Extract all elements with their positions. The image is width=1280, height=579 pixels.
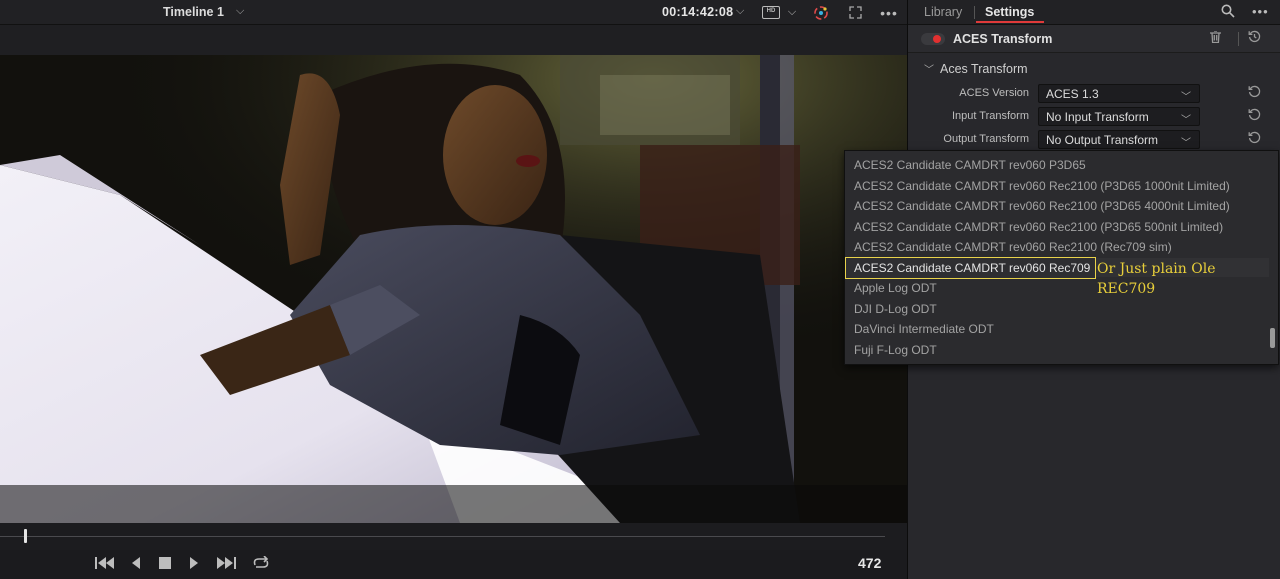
output-transform-select[interactable]: No Output Transform ﹀ [1038,130,1200,149]
play-reverse-icon[interactable] [128,552,144,574]
chevron-down-icon[interactable]: ⌵ [236,5,244,18]
select-value: No Input Transform [1046,110,1149,124]
loop-icon[interactable] [249,552,273,574]
section-title: Aces Transform [940,62,1028,76]
param-row-aces-version: ACES Version ACES 1.3 ﹀ [908,83,1280,105]
dropdown-option[interactable]: Fuji F-Log ODT [854,343,937,357]
more-icon[interactable]: ••• [878,4,900,21]
tab-separator [974,6,975,19]
playhead-handle[interactable] [24,529,27,543]
expand-icon[interactable] [846,4,864,21]
dropdown-option[interactable]: DJI D-Log ODT [854,302,937,316]
param-label: ACES Version [959,87,1029,99]
chevron-down-icon: ﹀ [1181,115,1191,126]
skip-to-end-icon[interactable] [214,552,238,574]
scrubber-bar[interactable] [0,523,907,550]
annotation-note: Or Just plain Ole REC709 [1097,261,1216,297]
tab-library[interactable]: Library [924,5,962,19]
section-aces-transform[interactable]: ﹀ Aces Transform [924,61,1028,76]
reset-icon[interactable] [1248,85,1261,101]
select-value: No Output Transform [1046,133,1159,147]
dropdown-option[interactable]: ACES2 Candidate CAMDRT rev060 P3D65 [854,158,1086,172]
scrubber-track[interactable] [0,536,885,537]
chevron-down-icon: ﹀ [1181,92,1191,103]
inspector-tabs: Library Settings ••• [908,0,1280,25]
select-value: ACES 1.3 [1046,87,1099,101]
hd-monitor-icon[interactable]: HD [760,4,782,21]
video-frame[interactable] [0,55,907,523]
color-wheel-icon[interactable] [812,4,830,21]
param-label: Output Transform [943,133,1029,145]
reset-icon[interactable] [1248,30,1261,46]
transport-controls: 472 [0,550,907,579]
chevron-down-icon[interactable]: ⌵ [736,5,744,18]
hd-badge: HD [762,6,780,19]
chevron-down-icon: ﹀ [1181,138,1191,149]
output-transform-dropdown[interactable]: ACES2 Candidate CAMDRT rev060 P3D65 ACES… [844,150,1279,365]
chevron-down-icon[interactable]: ⌵ [786,4,798,21]
header-separator [1238,32,1239,46]
param-label: Input Transform [951,110,1029,122]
dropdown-option[interactable]: ACES2 Candidate CAMDRT rev060 Rec2100 (P… [854,179,1230,193]
viewer-panel: Timeline 1 ⌵ 00:14:42:08 ⌵ HD ⌵ ••• 472 [0,0,907,579]
skip-to-start-icon[interactable] [93,552,117,574]
tab-settings[interactable]: Settings [985,5,1034,19]
aces-version-select[interactable]: ACES 1.3 ﹀ [1038,84,1200,103]
search-icon[interactable] [1221,4,1235,21]
effect-title: ACES Transform [953,32,1053,46]
input-transform-select[interactable]: No Input Transform ﹀ [1038,107,1200,126]
param-row-output-transform: Output Transform No Output Transform ﹀ [908,129,1280,151]
dropdown-option[interactable]: DaVinci Intermediate ODT [854,322,994,336]
effect-header[interactable]: ACES Transform [908,25,1280,53]
frame-counter: 472 [858,555,882,571]
timecode-display[interactable]: 00:14:42:08 [662,5,733,19]
reset-icon[interactable] [1248,108,1261,124]
effect-enable-toggle[interactable] [921,33,945,45]
dropdown-option[interactable]: ACES2 Candidate CAMDRT rev060 Rec2100 (P… [854,199,1230,213]
video-frame-image [0,55,907,523]
stop-icon[interactable] [157,552,173,574]
active-tab-indicator [976,21,1044,23]
toggle-indicator [933,35,941,43]
param-row-input-transform: Input Transform No Input Transform ﹀ [908,106,1280,128]
timeline-title[interactable]: Timeline 1 [163,5,224,19]
dropdown-scrollbar[interactable] [1270,328,1275,348]
dropdown-option[interactable]: Apple Log ODT [854,281,937,295]
dropdown-option[interactable]: ACES2 Candidate CAMDRT rev060 Rec2100 (P… [854,220,1223,234]
play-icon[interactable] [186,552,202,574]
dropdown-option-selected[interactable]: ACES2 Candidate CAMDRT rev060 Rec709 [845,257,1096,279]
viewer-subbar [0,25,907,55]
more-icon[interactable]: ••• [1252,4,1269,19]
reset-icon[interactable] [1248,131,1261,147]
viewer-toolbar: Timeline 1 ⌵ 00:14:42:08 ⌵ HD ⌵ ••• [0,0,907,25]
chevron-down-icon[interactable]: ﹀ [924,65,934,76]
trash-icon[interactable] [1210,30,1221,46]
dropdown-option[interactable]: ACES2 Candidate CAMDRT rev060 Rec2100 (R… [854,240,1172,254]
